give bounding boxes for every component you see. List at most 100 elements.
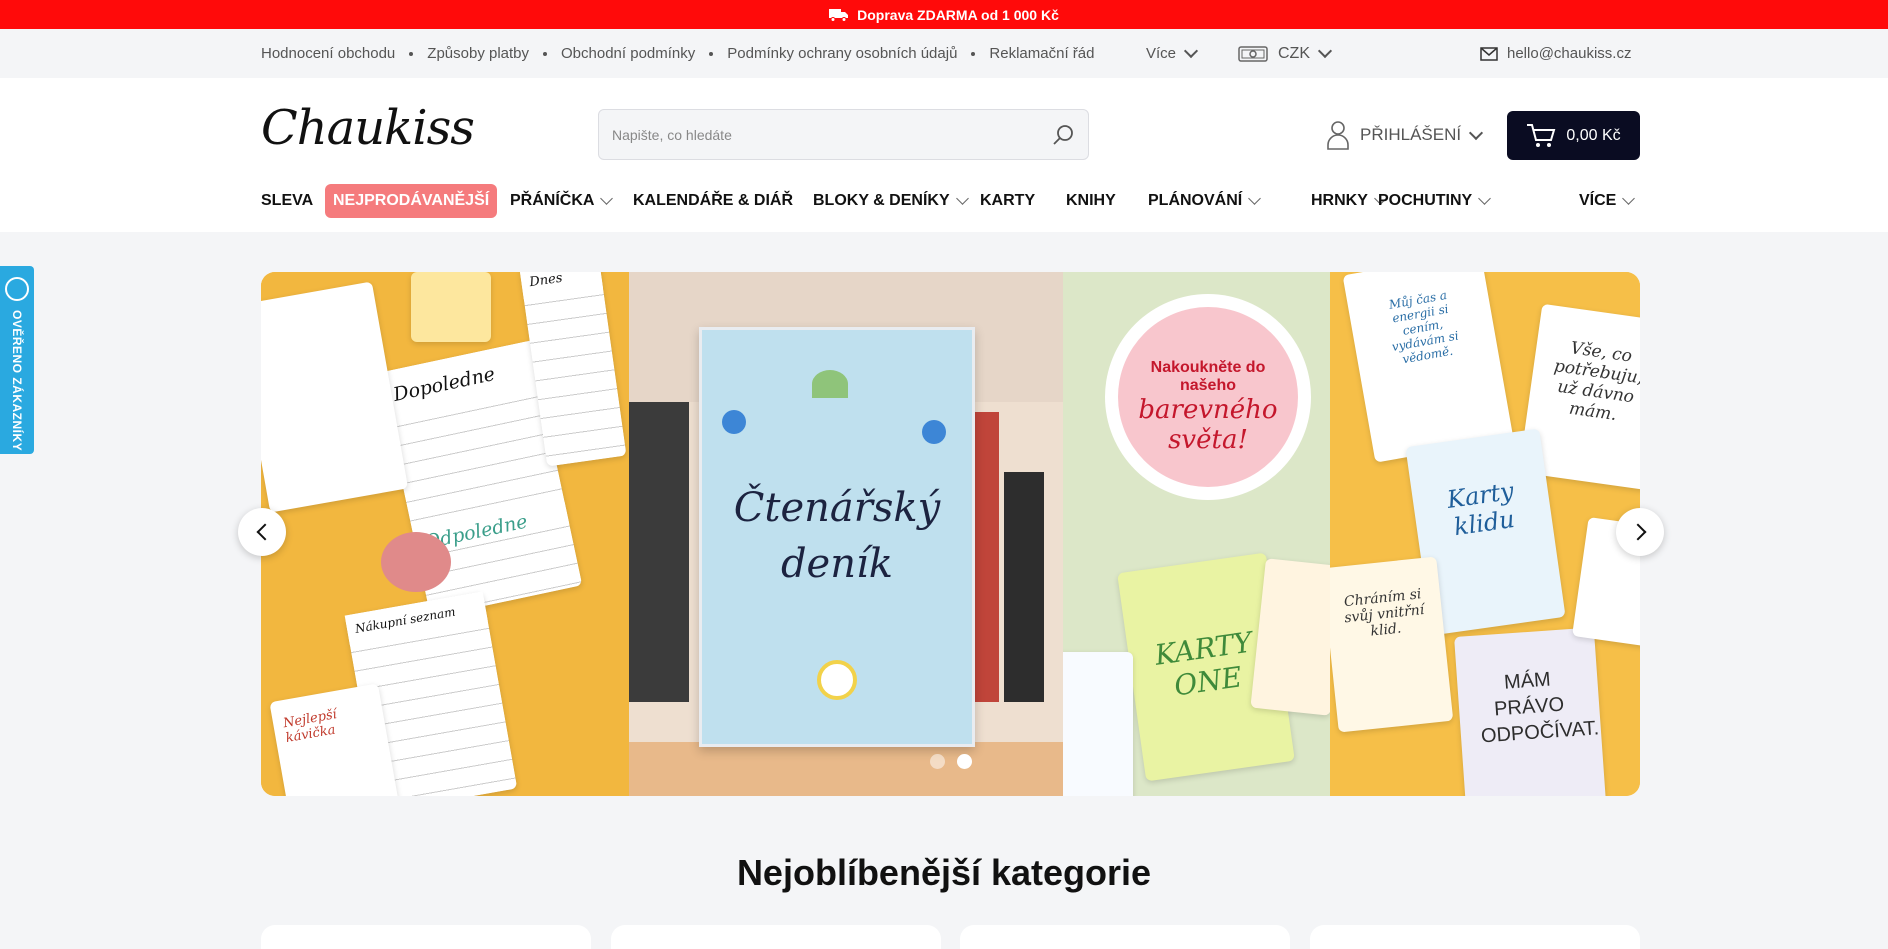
- separator-dot: [709, 51, 714, 56]
- util-link-payment[interactable]: Způsoby platby: [427, 45, 529, 62]
- nav-item-vice[interactable]: VÍCE: [1579, 184, 1636, 218]
- chevron-down-icon: [600, 192, 614, 205]
- book-title-line: deník: [780, 541, 894, 587]
- email-link[interactable]: hello@chaukiss.cz: [1480, 29, 1631, 78]
- badge-line: našeho: [1179, 377, 1236, 394]
- search-input[interactable]: [612, 110, 1032, 159]
- chevron-down-icon: [1469, 125, 1484, 140]
- card: MÁM PRÁVO ODPOČÍVAT.: [1454, 627, 1606, 796]
- chevron-down-icon: [955, 192, 969, 205]
- cart-button[interactable]: 0,00 Kč: [1507, 111, 1640, 160]
- card-text: Vše, co potřebuju, už dávno mám.: [1552, 338, 1640, 426]
- notepad-title: Dnes: [519, 272, 604, 300]
- notepad: Nejlepší kávička: [269, 683, 399, 796]
- util-link-terms[interactable]: Obchodní podmínky: [561, 45, 695, 62]
- badge-line: Nakoukněte do: [1150, 359, 1266, 376]
- search-icon[interactable]: [1052, 123, 1076, 147]
- category-card[interactable]: [611, 925, 941, 949]
- login-label: PŘIHLÁŠENÍ: [1360, 125, 1462, 144]
- truck-icon: [829, 8, 849, 22]
- shelf: [629, 742, 1063, 796]
- email-address: hello@chaukiss.cz: [1507, 45, 1632, 62]
- notepad: [261, 281, 409, 513]
- banner-karty-klidu[interactable]: Můj čas a energii si cením, vydávám si v…: [1330, 272, 1640, 796]
- flower-illustration: [722, 410, 746, 434]
- flower-illustration: [922, 420, 946, 444]
- site-logo[interactable]: Chaukiss: [261, 100, 475, 156]
- banner-notepads[interactable]: Dopoledne Odpoledne Nákupní seznam Dnes …: [261, 272, 629, 796]
- category-card[interactable]: [261, 925, 591, 949]
- moth-illustration: [812, 370, 848, 398]
- separator-dot: [409, 51, 414, 56]
- money-icon: [1238, 45, 1268, 62]
- promo-text: Doprava ZDARMA od 1 000 Kč: [857, 6, 1059, 23]
- nav-label: NEJPRODÁVANĚJŠÍ: [333, 192, 490, 209]
- user-icon: [1327, 121, 1349, 150]
- verified-label: OVĚŘENO ZÁKAZNÍKY: [10, 310, 24, 452]
- badge-line: barevného: [1138, 395, 1278, 425]
- hero-carousel: Dopoledne Odpoledne Nákupní seznam Dnes …: [261, 272, 1640, 796]
- main-nav: SLEVA NEJPRODÁVANĚJŠÍ PŘÁNÍČKA KALENDÁŘE…: [261, 184, 1640, 218]
- banner-reading-diary[interactable]: Čtenářský deník: [629, 272, 1063, 796]
- util-more-label: Více: [1146, 45, 1177, 62]
- notepad-title: Nákupní seznam: [344, 591, 488, 646]
- mail-icon: [1480, 46, 1498, 61]
- nav-label: SLEVA: [261, 192, 314, 209]
- carousel-next-button[interactable]: [1616, 508, 1664, 556]
- card: [1063, 652, 1133, 796]
- nav-label: POCHUTINY: [1378, 192, 1473, 209]
- banner-colorful-world[interactable]: Nakoukněte do našeho barevného světa! KA…: [1063, 272, 1330, 796]
- nav-item-kalendare[interactable]: KALENDÁŘE & DIÁŘ: [633, 184, 793, 218]
- separator-dot: [543, 51, 548, 56]
- cart-icon: [1527, 123, 1556, 147]
- nav-label: VÍCE: [1579, 192, 1617, 209]
- chevron-right-icon: [1629, 523, 1646, 541]
- notepad-title: Dopoledne: [378, 340, 541, 422]
- carousel-dot[interactable]: [930, 754, 945, 769]
- nav-item-hrnky[interactable]: HRNKY: [1311, 184, 1387, 218]
- category-card[interactable]: [960, 925, 1290, 949]
- sticky-note: [411, 272, 491, 342]
- nav-label: KNIHY: [1066, 192, 1116, 209]
- category-card[interactable]: [1310, 925, 1640, 949]
- carousel-dot-active[interactable]: [957, 754, 972, 769]
- nav-item-pochutiny[interactable]: POCHUTINY: [1378, 184, 1492, 218]
- search-box: [598, 109, 1089, 160]
- util-link-reviews[interactable]: Hodnocení obchodu: [261, 45, 395, 62]
- nav-item-pranicka[interactable]: PŘÁNÍČKA: [510, 184, 614, 218]
- book-title-line: Čtenářský: [733, 485, 941, 531]
- currency-selector[interactable]: CZK: [1238, 29, 1333, 78]
- currency-label: CZK: [1278, 44, 1310, 62]
- utility-links: Hodnocení obchodu Způsoby platby Obchodn…: [261, 29, 1094, 78]
- book-spine: [1004, 472, 1044, 702]
- card-text: MÁM PRÁVO ODPOČÍVAT.: [1480, 668, 1600, 748]
- nav-item-sleva[interactable]: SLEVA: [261, 184, 313, 218]
- util-link-complaints[interactable]: Reklamační řád: [989, 45, 1094, 62]
- nav-item-planovani[interactable]: PLÁNOVÁNÍ: [1148, 184, 1262, 218]
- nav-item-bloky[interactable]: BLOKY & DENÍKY: [813, 184, 969, 218]
- nav-item-nejprodavanejsi[interactable]: NEJPRODÁVANĚJŠÍ: [325, 184, 498, 218]
- carousel-prev-button[interactable]: [238, 508, 286, 556]
- cart-amount: 0,00 Kč: [1566, 126, 1621, 144]
- nav-item-knihy[interactable]: KNIHY: [1066, 184, 1116, 218]
- login-button[interactable]: PŘIHLÁŠENÍ: [1326, 117, 1484, 153]
- book-spine: [629, 402, 689, 702]
- daisy-illustration: [817, 660, 857, 700]
- util-more-dropdown[interactable]: Více: [1146, 29, 1199, 78]
- nav-label: PŘÁNÍČKA: [510, 192, 595, 209]
- nav-label: PLÁNOVÁNÍ: [1148, 192, 1243, 209]
- verified-by-customers-tab[interactable]: OVĚŘENO ZÁKAZNÍKY: [0, 266, 34, 454]
- card-title: Karty klidu: [1445, 476, 1517, 542]
- nav-label: BLOKY & DENÍKY: [813, 192, 950, 209]
- util-link-privacy[interactable]: Podmínky ochrany osobních údajů: [727, 45, 957, 62]
- book-cover: Čtenářský deník: [699, 327, 975, 747]
- card: Můj čas a energii si cením, vydávám si v…: [1342, 272, 1514, 463]
- cat-illustration: [381, 532, 451, 592]
- section-title: Nejoblíbenější kategorie: [736, 852, 1152, 893]
- nav-item-karty[interactable]: KARTY: [980, 184, 1035, 218]
- carousel-dots: [930, 754, 972, 769]
- separator-dot: [971, 51, 976, 56]
- badge: Nakoukněte do našeho barevného světa!: [1118, 307, 1298, 487]
- badge-icon: [5, 277, 29, 301]
- notepad-title: Nejlepší kávička: [282, 707, 338, 747]
